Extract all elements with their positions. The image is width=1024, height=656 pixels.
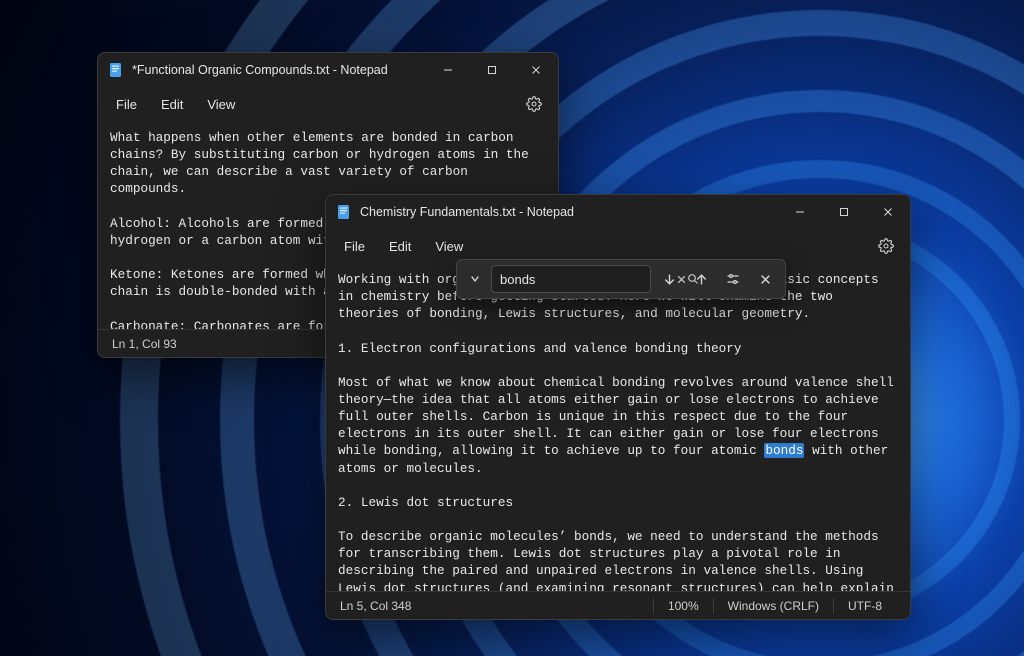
cursor-position: Ln 5, Col 348 [340,599,425,613]
encoding[interactable]: UTF-8 [834,599,896,613]
settings-button[interactable] [870,230,902,262]
find-previous-button[interactable] [687,265,715,293]
minimize-button[interactable] [426,53,470,87]
settings-button[interactable] [518,88,550,120]
notepad-window-chemistry[interactable]: Chemistry Fundamentals.txt - Notepad Fil… [325,194,911,620]
titlebar[interactable]: *Functional Organic Compounds.txt - Note… [98,53,558,87]
menubar: File Edit View [326,229,910,263]
window-title: *Functional Organic Compounds.txt - Note… [132,63,426,77]
menu-edit[interactable]: Edit [379,235,421,258]
titlebar[interactable]: Chemistry Fundamentals.txt - Notepad [326,195,910,229]
minimize-button[interactable] [778,195,822,229]
zoom-level[interactable]: 100% [654,599,713,613]
find-options-button[interactable] [719,265,747,293]
line-ending[interactable]: Windows (CRLF) [714,599,833,613]
close-find-button[interactable] [751,265,779,293]
maximize-button[interactable] [822,195,866,229]
menu-view[interactable]: View [425,235,473,258]
menu-view[interactable]: View [197,93,245,116]
search-highlight: bonds [764,443,804,458]
find-input-container [491,265,651,293]
expand-replace-button[interactable] [463,265,487,293]
close-button[interactable] [866,195,910,229]
notepad-icon [108,62,124,78]
maximize-button[interactable] [470,53,514,87]
find-bar[interactable] [456,259,786,299]
find-next-button[interactable] [655,265,683,293]
text-editor[interactable]: Working with organic molecules requires … [326,263,910,591]
statusbar: Ln 5, Col 348 100% Windows (CRLF) UTF-8 [326,591,910,619]
menu-file[interactable]: File [334,235,375,258]
close-button[interactable] [514,53,558,87]
menubar: File Edit View [98,87,558,121]
menu-edit[interactable]: Edit [151,93,193,116]
cursor-position: Ln 1, Col 93 [112,337,191,351]
window-title: Chemistry Fundamentals.txt - Notepad [360,205,778,219]
menu-file[interactable]: File [106,93,147,116]
find-input[interactable] [500,272,676,287]
notepad-icon [336,204,352,220]
